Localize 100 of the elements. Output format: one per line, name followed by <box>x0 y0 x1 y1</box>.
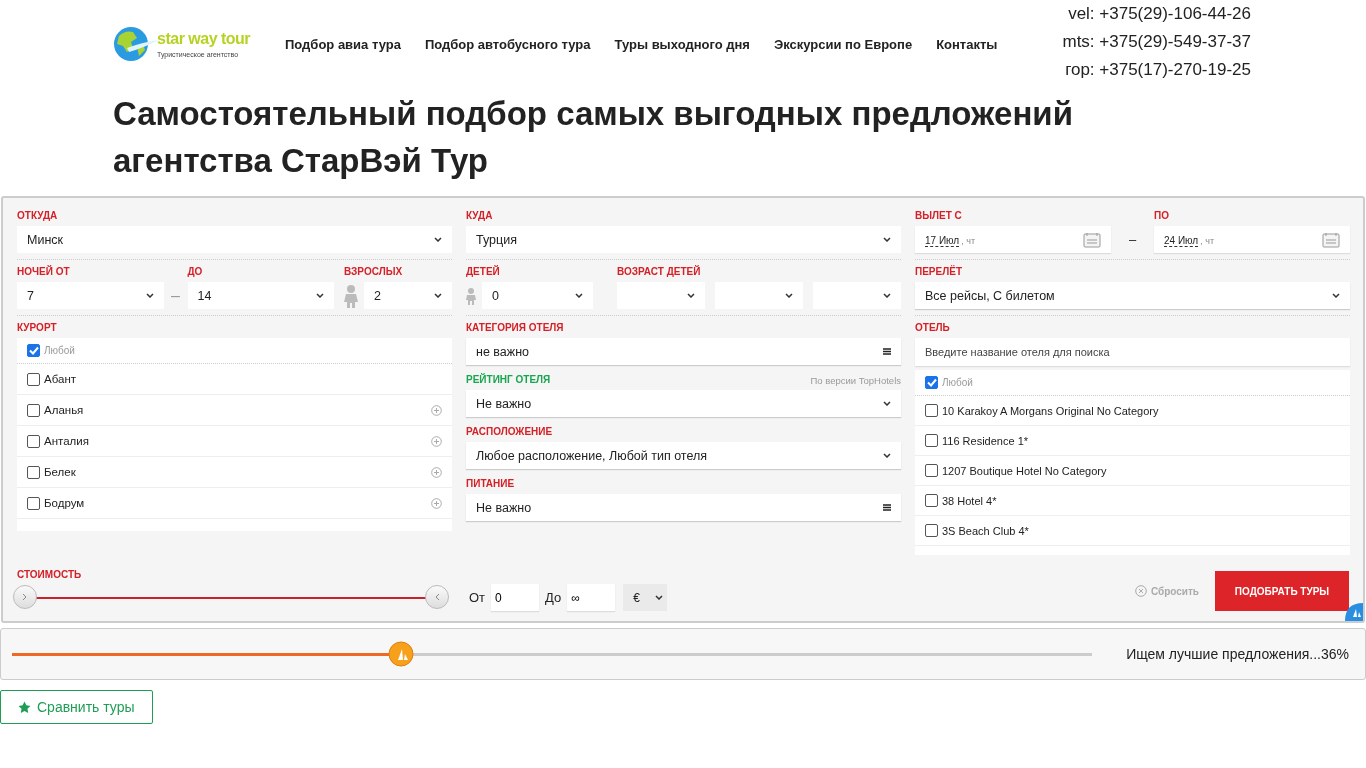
expand-plus-icon[interactable] <box>431 497 442 509</box>
field-label: ВЗРОСЛЫХ <box>344 266 404 278</box>
field-label: РАСПОЛОЖЕНИЕ <box>466 426 553 438</box>
price-to-label: До <box>545 590 562 605</box>
date-field[interactable]: 24 Июл , чт <box>1154 226 1350 253</box>
person-icon <box>344 283 358 308</box>
nights-select[interactable]: 14 <box>187 282 334 309</box>
checkbox[interactable] <box>925 464 938 477</box>
field-label: ВОЗРАСТ ДЕТЕЙ <box>617 266 702 278</box>
nights-select[interactable]: 7 <box>17 282 164 309</box>
rating-source-note: По версии TopHotels <box>810 374 901 386</box>
hotel-name[interactable]: 3S Beach Club 4* <box>942 524 1029 537</box>
progress-status: Ищем лучшие предложения...36% <box>1126 646 1349 662</box>
caret-icon <box>316 293 324 298</box>
currency-select[interactable]: € <box>623 584 668 611</box>
expand-plus-icon[interactable] <box>431 404 442 416</box>
price-from-field[interactable]: 0 <box>491 584 540 611</box>
checkbox[interactable] <box>27 403 40 417</box>
nav-link[interactable]: Контакты <box>936 36 998 52</box>
caret-icon <box>883 401 891 406</box>
field-label: ПИТАНИЕ <box>466 478 515 490</box>
search-tours-button[interactable]: ПОДОБРАТЬ ТУРЫ <box>1215 571 1349 611</box>
chevron-right-icon <box>22 593 28 601</box>
caret-icon <box>883 453 891 458</box>
field-label: КУДА <box>466 210 494 222</box>
caret-icon <box>575 293 583 298</box>
caret-icon <box>883 237 891 242</box>
resort-name[interactable]: Бодрум <box>44 497 85 509</box>
field-label: КУРОРТ <box>17 322 58 334</box>
field-label: ОТЕЛЬ <box>915 322 951 334</box>
star-icon <box>18 700 31 714</box>
field-label: СТОИМОСТЬ <box>17 569 83 581</box>
filter-select[interactable]: Не важно <box>466 494 901 521</box>
checkbox[interactable] <box>27 496 40 510</box>
caret-icon <box>785 293 793 298</box>
checkbox[interactable] <box>925 524 938 537</box>
nav-link[interactable]: Экскурсии по Европе <box>773 36 913 52</box>
field-label: ВЫЛЕТ С <box>915 210 963 222</box>
logo-name: star way tour <box>157 30 251 48</box>
hotel-name[interactable]: 10 Karakoy A Morgans Original No Category <box>942 404 1159 417</box>
filter-select[interactable]: Не важно <box>466 390 901 417</box>
checkbox[interactable] <box>925 376 938 389</box>
resort-name[interactable]: Анталия <box>44 435 89 447</box>
caret-icon <box>434 293 442 298</box>
chevron-left-icon <box>434 593 440 601</box>
field-label: РЕЙТИНГ ОТЕЛЯ <box>466 374 551 386</box>
field-label: НОЧЕЙ ОТ <box>17 266 71 278</box>
resort-name[interactable]: Аланья <box>44 404 84 416</box>
field-label: ОТКУДА <box>17 210 59 222</box>
hotel-name[interactable]: 1207 Boutique Hotel No Category <box>942 464 1107 477</box>
phone-number: mts: +375(29)-549-37-37 <box>1062 31 1251 53</box>
slider-thumb[interactable] <box>13 585 37 609</box>
destination-select[interactable]: Турция <box>466 226 901 253</box>
expand-plus-icon[interactable] <box>431 466 442 478</box>
nav-link[interactable]: Туры выходного дня <box>614 36 750 52</box>
clear-icon <box>1134 585 1147 597</box>
date-field[interactable]: 17 Июл , чт <box>915 226 1111 253</box>
page-heading: Самостоятельный подбор самых выгодных предложений агентства СтарВэй Тур <box>113 94 1074 181</box>
children-select[interactable]: 0 <box>482 282 593 309</box>
adults-select[interactable]: 2 <box>364 282 452 309</box>
hotel-search-field[interactable]: Введите название отеля для поиска <box>915 338 1350 366</box>
filter-select[interactable]: Любое расположение, Любой тип отеля <box>466 442 901 469</box>
checkbox[interactable] <box>27 434 40 448</box>
filter-select[interactable]: не важно <box>466 338 901 365</box>
phone-number: гор: +375(17)-270-19-25 <box>1065 59 1251 81</box>
price-to-field[interactable]: ∞ <box>567 584 616 611</box>
caret-icon <box>687 293 695 298</box>
resort-name[interactable]: Абант <box>44 373 76 385</box>
checkbox[interactable] <box>27 465 40 479</box>
calendar-icon <box>1083 231 1101 248</box>
calendar-icon <box>1322 231 1340 248</box>
list-icon <box>883 504 891 511</box>
slider-thumb[interactable] <box>425 585 449 609</box>
checkbox[interactable] <box>27 344 40 357</box>
nav-link[interactable]: Подбор авиа тура <box>285 36 401 52</box>
hotel-name[interactable]: 116 Residence 1* <box>942 434 1029 447</box>
nights-range-dash: – <box>170 286 181 306</box>
caret-icon <box>434 237 442 242</box>
checkbox[interactable] <box>27 372 40 386</box>
resort-name[interactable]: Белек <box>44 466 76 478</box>
checkbox[interactable] <box>925 404 938 417</box>
phone-number: vel: +375(29)-106-44-26 <box>1068 3 1251 25</box>
field-label: ПЕРЕЛЁТ <box>915 266 963 278</box>
caret-icon <box>883 293 891 298</box>
checkbox[interactable] <box>925 434 938 447</box>
field-label: КАТЕГОРИЯ ОТЕЛЯ <box>466 322 564 334</box>
hotel-name[interactable]: 38 Hotel 4* <box>942 494 997 507</box>
nav-link[interactable]: Подбор автобусного тура <box>424 36 591 52</box>
field-label: ДЕТЕЙ <box>466 266 501 278</box>
checkbox[interactable] <box>925 494 938 507</box>
sailboat-thumb-icon <box>387 640 414 667</box>
caret-icon <box>145 293 154 298</box>
globe-icon <box>113 26 159 62</box>
departure-city-select[interactable]: Минск <box>17 226 452 253</box>
price-from-label: От <box>469 590 486 605</box>
flight-select[interactable]: Все рейсы, С билетом <box>915 282 1350 309</box>
compare-tours-button[interactable]: Сравнить туры <box>0 690 153 724</box>
caret-icon <box>655 595 664 600</box>
expand-plus-icon[interactable] <box>431 435 442 447</box>
caret-icon <box>1332 293 1340 298</box>
